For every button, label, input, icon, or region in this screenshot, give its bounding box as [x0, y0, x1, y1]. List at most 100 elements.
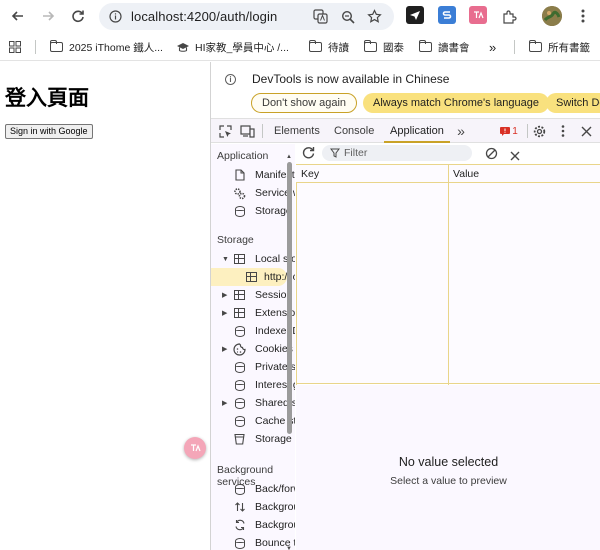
- bookmarks-separator: [514, 40, 515, 54]
- devtools-menu-icon[interactable]: [555, 123, 571, 139]
- scroll-up-arrow-icon[interactable]: ▲: [286, 154, 292, 160]
- info-icon: i: [225, 74, 236, 85]
- floating-translate-icon[interactable]: [184, 437, 206, 459]
- device-toolbar-icon[interactable]: [239, 123, 255, 139]
- sidebar-item-cookies[interactable]: ▶ Cookies: [211, 340, 293, 358]
- dont-show-again-button[interactable]: Don't show again: [251, 93, 358, 113]
- sidebar-scrollbar[interactable]: ▲ ▼: [285, 154, 293, 550]
- sidebar-item-shared-storage[interactable]: ▶ Shared storage: [211, 394, 295, 412]
- reload-icon[interactable]: [68, 6, 88, 26]
- devtools-tabbar: Elements Console Application » 1: [211, 119, 600, 143]
- preview-empty-title: No value selected: [398, 455, 499, 469]
- storage-table: Key Value: [296, 164, 600, 385]
- sidebar-item-storage-overview[interactable]: Storage: [211, 202, 292, 220]
- table-icon: [233, 307, 246, 320]
- expanded-arrow-icon[interactable]: ▼: [222, 256, 229, 263]
- bookmarks-overflow-button[interactable]: »: [489, 39, 496, 55]
- column-divider[interactable]: [448, 165, 449, 385]
- table-left-border: [296, 165, 297, 385]
- sidebar-item-extension-storage[interactable]: ▶ Extension storage: [211, 304, 295, 322]
- refresh-icon[interactable]: [302, 146, 315, 164]
- preview-empty-subtitle: Select a value to preview: [390, 475, 507, 487]
- bookmark-star-icon[interactable]: [366, 8, 383, 25]
- sidebar-item-bounce-tracking[interactable]: Bounce tracking mitigations: [211, 534, 295, 550]
- sidebar-item-localhost-origin[interactable]: http://localhost:4200: [211, 268, 295, 286]
- filter-placeholder: Filter: [344, 147, 368, 159]
- sidebar-item-interest-groups[interactable]: Interest groups: [211, 376, 295, 394]
- clear-all-icon[interactable]: [485, 147, 498, 165]
- bookmark-hi-tutor[interactable]: HI家教_學員中心 /...: [176, 39, 289, 55]
- forward-icon[interactable]: [38, 6, 58, 26]
- bookmark-folder-ithome[interactable]: 2025 iThome 鐵人...: [50, 39, 163, 55]
- address-bar[interactable]: localhost:4200/auth/login: [99, 3, 394, 30]
- up-down-arrows-icon: [233, 501, 246, 514]
- inspect-element-icon[interactable]: [217, 123, 233, 139]
- collapsed-arrow-icon[interactable]: ▶: [222, 399, 227, 407]
- site-info-icon[interactable]: [107, 8, 124, 25]
- database-icon: [233, 415, 246, 428]
- tab-application[interactable]: Application: [384, 119, 450, 143]
- sidebar-item-back-forward-cache[interactable]: Back/forward cache: [211, 480, 295, 498]
- bookmark-label: 國泰: [383, 41, 404, 54]
- tab-console[interactable]: Console: [334, 119, 374, 143]
- back-icon[interactable]: [8, 6, 28, 26]
- value-preview-pane: No value selected Select a value to prev…: [296, 385, 600, 550]
- sidebar-item-background-sync[interactable]: Background sync: [211, 516, 295, 534]
- more-tabs-chevron-icon[interactable]: »: [453, 123, 469, 139]
- bookmark-folder-to-read[interactable]: 待讀: [309, 39, 349, 55]
- web-page: 登入頁面 Sign in with Google: [0, 62, 210, 550]
- collapsed-arrow-icon[interactable]: ▶: [222, 291, 227, 299]
- folder-icon: [364, 40, 377, 52]
- table-icon: [233, 289, 246, 302]
- sidebar-section-storage: Storage: [217, 234, 254, 246]
- sidebar-item-private-state-tokens[interactable]: Private state tokens: [211, 358, 295, 376]
- collapsed-arrow-icon[interactable]: ▶: [222, 309, 227, 317]
- zoom-icon[interactable]: [339, 8, 356, 25]
- folder-icon: [529, 40, 542, 52]
- chrome-menu-icon[interactable]: [573, 6, 593, 26]
- document-icon: [233, 169, 246, 182]
- column-header-key[interactable]: Key: [301, 168, 319, 180]
- collapsed-arrow-icon[interactable]: ▶: [222, 345, 227, 353]
- profile-avatar[interactable]: [542, 6, 562, 26]
- bookmarks-bar: 2025 iThome 鐵人... HI家教_學員中心 /... 待讀 國泰 讀…: [0, 33, 600, 61]
- database-icon: [233, 361, 246, 374]
- settings-gear-icon[interactable]: [531, 123, 547, 139]
- extension-translate-icon[interactable]: [469, 6, 487, 24]
- table-icon: [245, 271, 258, 284]
- close-devtools-icon[interactable]: [578, 123, 594, 139]
- bookmark-label: 所有書籤: [548, 41, 590, 54]
- bucket-icon: [233, 433, 246, 446]
- sidebar-item-cache-storage[interactable]: Cache storage: [211, 412, 295, 430]
- extensions-puzzle-icon[interactable]: [499, 6, 519, 26]
- scroll-down-arrow-icon[interactable]: ▼: [286, 546, 292, 550]
- sidebar-item-indexeddb[interactable]: IndexedDB: [211, 322, 295, 340]
- database-icon: [233, 483, 246, 496]
- sidebar-item-session-storage[interactable]: ▶ Session storage: [211, 286, 295, 304]
- sidebar-item-service-workers[interactable]: Service workers: [211, 184, 295, 202]
- sidebar-item-storage-buckets[interactable]: Storage buckets: [211, 430, 295, 448]
- sidebar-item-background-fetch[interactable]: Background fetch: [211, 498, 295, 516]
- switch-button-label: Switch DevTools to Chinese: [556, 97, 600, 109]
- google-sign-in-button[interactable]: Sign in with Google: [5, 124, 93, 139]
- translate-icon[interactable]: [312, 8, 329, 25]
- database-icon: [233, 379, 246, 392]
- filter-input[interactable]: Filter: [322, 145, 472, 161]
- bookmark-folder-all[interactable]: 所有書籤: [529, 39, 590, 55]
- database-icon: [233, 537, 246, 550]
- extension-send-icon[interactable]: [406, 6, 424, 24]
- extension-s-icon[interactable]: [438, 6, 456, 24]
- error-counter[interactable]: 1: [498, 123, 520, 139]
- storage-main-pane: Filter Key Value No value selected Selec…: [296, 144, 600, 550]
- bookmark-folder-book-club[interactable]: 讀書會: [419, 39, 470, 55]
- tabbar-separator: [262, 124, 263, 138]
- tab-elements[interactable]: Elements: [274, 119, 320, 143]
- switch-to-chinese-button[interactable]: Switch DevTools to Chinese: [546, 93, 600, 113]
- sidebar-scroll-thumb[interactable]: [287, 162, 292, 434]
- sidebar-item-manifest[interactable]: Manifest: [211, 166, 295, 184]
- sidebar-item-local-storage[interactable]: ▼ Local storage: [211, 250, 295, 268]
- column-header-value[interactable]: Value: [453, 168, 479, 180]
- always-match-language-button[interactable]: Always match Chrome's language: [363, 93, 549, 113]
- apps-grid-icon[interactable]: [9, 39, 21, 55]
- bookmark-folder-cathay[interactable]: 國泰: [364, 39, 404, 55]
